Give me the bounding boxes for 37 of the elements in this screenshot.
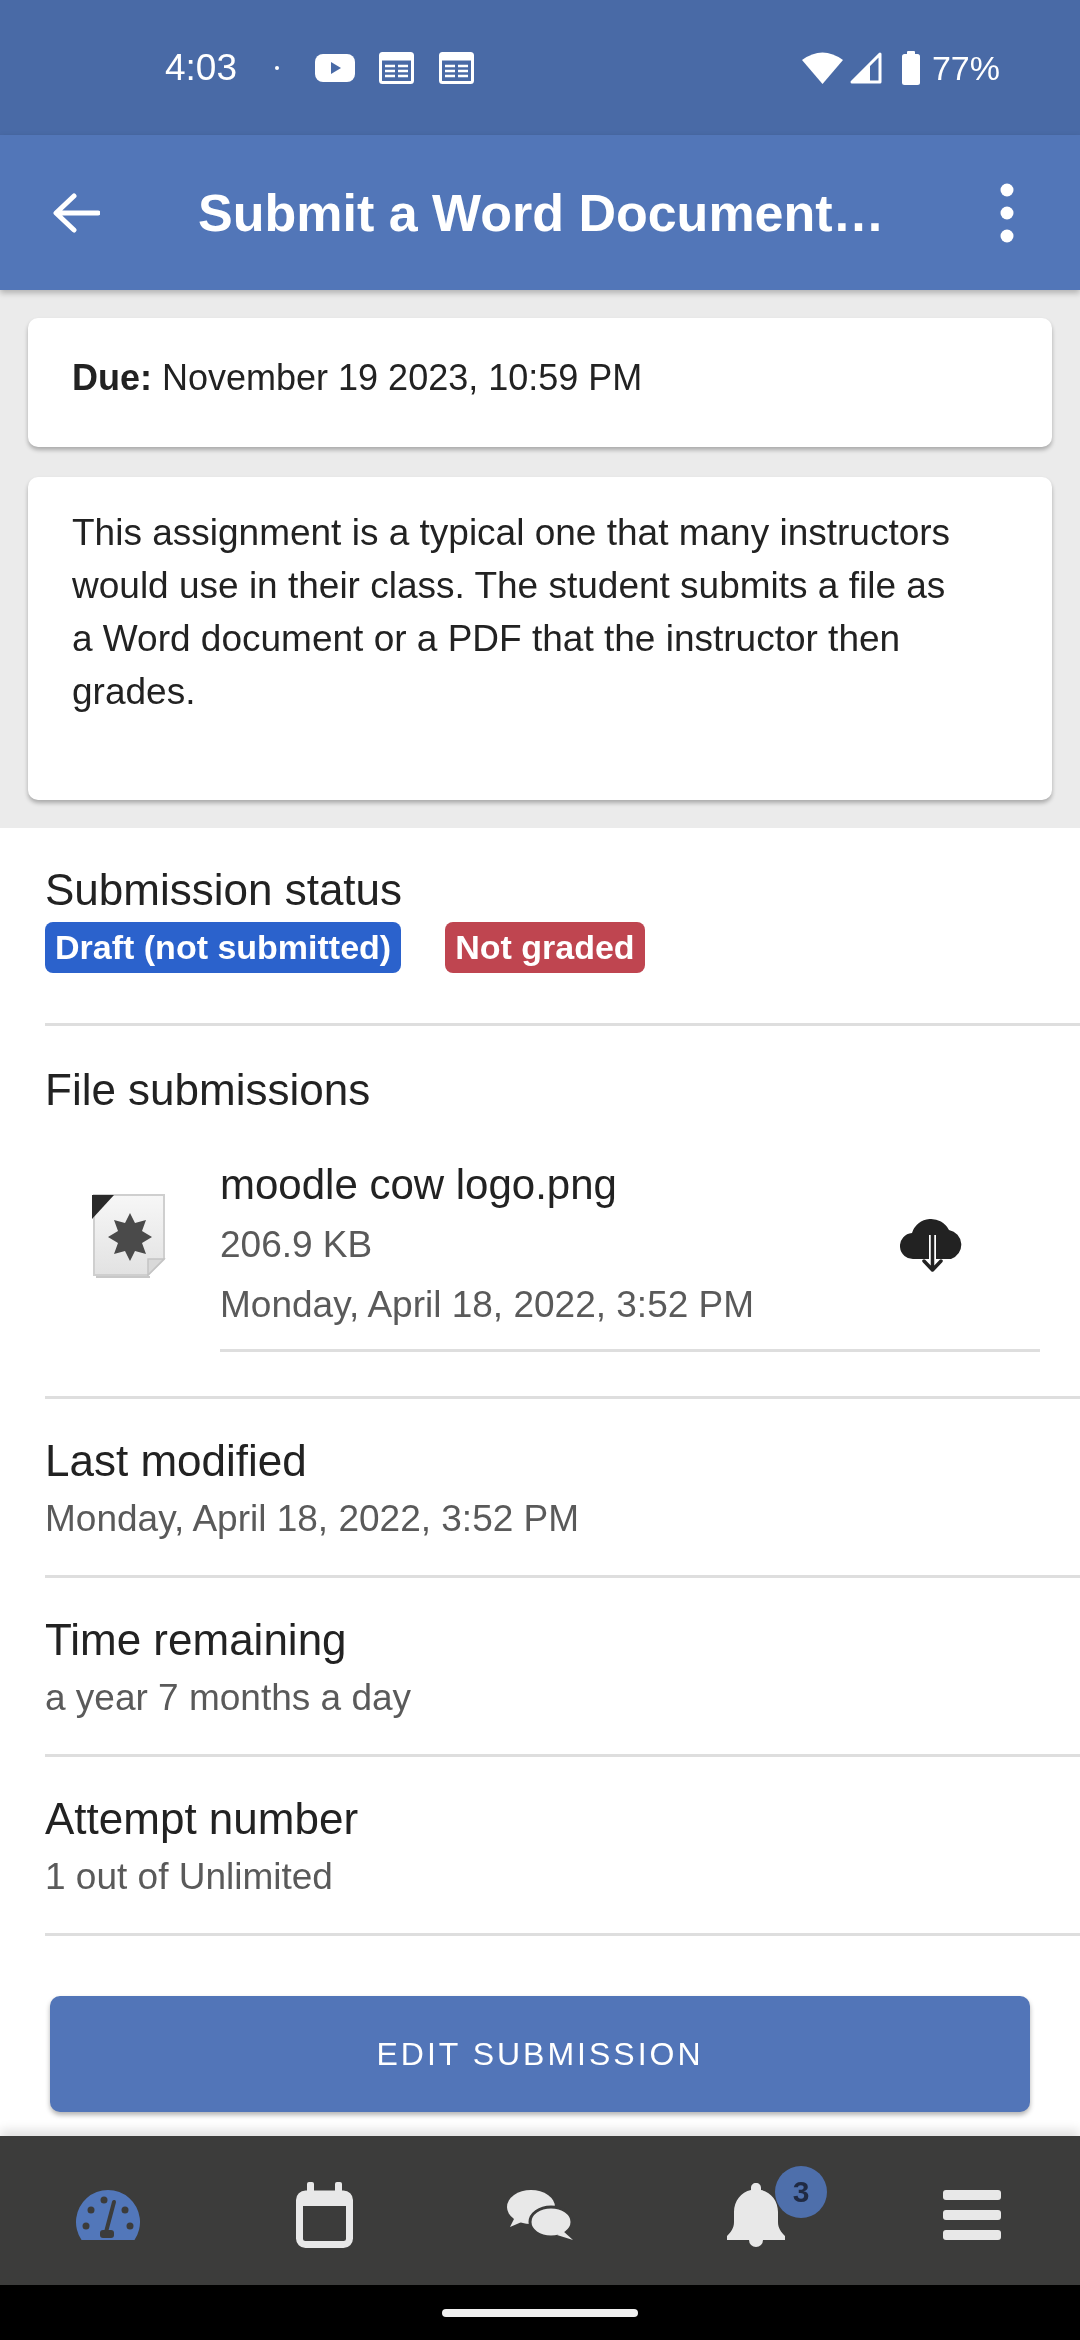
- status-badge: Draft (not submitted): [45, 922, 402, 973]
- detail-label: Attempt number: [45, 1795, 359, 1843]
- detail-label: Last modified: [45, 1437, 307, 1485]
- file-size: 206.9 KB: [220, 1223, 373, 1267]
- detail-value: 1 out of Unlimited: [45, 1855, 333, 1899]
- home-indicator[interactable]: [442, 2308, 638, 2317]
- file-name: moodle cow logo.png: [220, 1160, 617, 1210]
- page-title: Submit a Word Document…: [198, 182, 885, 244]
- dot-icon: [275, 65, 279, 70]
- section-heading: File submissions: [45, 1066, 371, 1114]
- due-date-text: Due: November 19 2023, 10:59 PM: [72, 357, 643, 398]
- battery-icon: [901, 50, 920, 85]
- status-badge: Not graded: [445, 922, 645, 973]
- calendar-icon: [295, 2181, 353, 2248]
- clock-time: 4:03: [165, 46, 237, 89]
- document-icon: [439, 51, 474, 84]
- file-date: Monday, April 18, 2022, 3:52 PM: [220, 1283, 755, 1327]
- detail-value: Monday, April 18, 2022, 3:52 PM: [45, 1497, 580, 1541]
- image-file-icon: [90, 1193, 168, 1279]
- section-heading: Submission status: [45, 866, 403, 914]
- gauge-icon: [76, 2189, 140, 2240]
- edit-submission-button[interactable]: EDIT SUBMISSION: [50, 1996, 1030, 2112]
- bell-icon: [727, 2182, 785, 2247]
- detail-label: Time remaining: [45, 1616, 347, 1664]
- document-icon: [379, 51, 414, 84]
- more-options-icon[interactable]: [1000, 182, 1014, 243]
- wifi-icon: [801, 51, 843, 84]
- menu-icon: [943, 2189, 1001, 2240]
- battery-percentage: 77%: [931, 47, 1000, 88]
- back-icon[interactable]: [52, 192, 100, 233]
- notifications-tab[interactable]: 3: [648, 2136, 864, 2285]
- description-text: This assignment is a typical one that many instructors would use in their class. The student submits a file as a Word document or a PDF that the instructor then grades.: [72, 511, 952, 714]
- notification-count: 3: [775, 2166, 827, 2218]
- chat-icon: [506, 2188, 574, 2241]
- play-icon: [315, 53, 355, 82]
- signal-icon: [849, 51, 882, 84]
- detail-value: a year 7 months a day: [45, 1676, 412, 1720]
